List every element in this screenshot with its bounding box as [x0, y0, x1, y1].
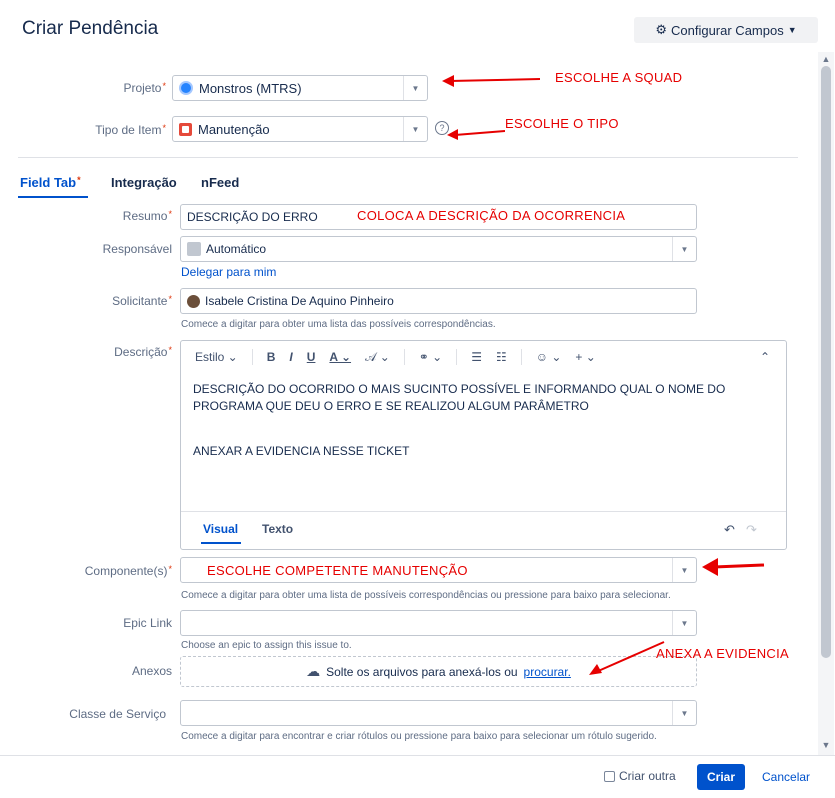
emoji-icon[interactable]: ☺ ⌄ [536, 350, 562, 364]
description-label: Descrição* [114, 345, 172, 359]
project-select[interactable]: Monstros (MTRS) ▼ [172, 75, 428, 101]
chevron-down-icon[interactable]: ▼ [403, 76, 427, 100]
scroll-down-icon[interactable]: ▼ [818, 738, 834, 752]
assignee-select[interactable]: Automático ▼ [180, 236, 697, 262]
cloud-upload-icon: ☁ [306, 663, 321, 679]
service-class-hint: Comece a digitar para encontrar e criar … [181, 731, 657, 742]
description-editor[interactable]: Estilo ⌄ B I U A ⌄ 𝒜 ⌄ ⚭ ⌄ ☰ ☷ ☺ ⌄ + ⌄ ⌃… [180, 340, 787, 550]
tab-integracao[interactable]: Integração [111, 175, 177, 190]
description-paragraph-1: DESCRIÇÃO DO OCORRIDO O MAIS SUCINTO POS… [193, 382, 726, 413]
description-paragraph-2: ANEXAR A EVIDENCIA NESSE TICKET [193, 444, 410, 458]
epic-link-hint: Choose an epic to assign this issue to. [181, 640, 352, 651]
underline-icon[interactable]: U [307, 350, 316, 364]
configure-fields-button[interactable]: ⚙ Configurar Campos ▼ [634, 17, 818, 43]
collapse-toolbar-icon[interactable]: ⌃ [760, 350, 770, 364]
annotation-type: ESCOLHE O TIPO [505, 116, 619, 131]
scroll-up-icon[interactable]: ▲ [818, 52, 834, 66]
annotation-attachment: ANEXA A EVIDENCIA [656, 646, 789, 661]
attachments-label: Anexos [131, 664, 172, 678]
visual-active-indicator [201, 542, 241, 544]
redo-icon[interactable]: ↷ [746, 522, 757, 538]
assign-to-me-link[interactable]: Delegar para mim [181, 265, 276, 279]
cancel-button[interactable]: Cancelar [762, 770, 810, 784]
maintenance-type-icon [179, 122, 192, 136]
undo-icon[interactable]: ↶ [724, 522, 735, 538]
user-avatar-icon [187, 242, 201, 256]
editor-mode-tabs: Visual Texto ↶ ↷ [181, 511, 786, 549]
create-another-checkbox[interactable]: Criar outra [604, 769, 676, 783]
project-avatar-icon [179, 81, 193, 95]
style-dropdown[interactable]: Estilo ⌄ [195, 350, 238, 364]
numbered-list-icon[interactable]: ☷ [496, 350, 507, 364]
description-body[interactable]: DESCRIÇÃO DO OCORRIDO O MAIS SUCINTO POS… [193, 381, 773, 460]
tab-text[interactable]: Texto [262, 522, 293, 536]
issue-type-label: Tipo de Item* [95, 123, 166, 137]
tab-nfeed[interactable]: nFeed [201, 175, 239, 190]
dialog-title: Criar Pendência [22, 18, 159, 39]
bullet-list-icon[interactable]: ☰ [471, 350, 482, 364]
issue-type-value: Manutenção [198, 121, 270, 137]
dropzone-text: Solte os arquivos para anexá-los ou [326, 664, 518, 679]
epic-link-select[interactable]: ▼ [180, 610, 697, 636]
toolbar-separator [403, 349, 405, 365]
chevron-down-icon[interactable]: ▼ [672, 611, 696, 635]
browse-link[interactable]: procurar. [524, 665, 571, 679]
arrow-annotation-component [702, 558, 765, 576]
reporter-label: Solicitante* [112, 294, 172, 308]
project-value: Monstros (MTRS) [199, 80, 302, 96]
chevron-down-icon[interactable]: ▼ [403, 117, 427, 141]
annotation-squad: ESCOLHE A SQUAD [555, 70, 683, 85]
link-icon[interactable]: ⚭ ⌄ [419, 350, 442, 364]
caret-down-icon: ▼ [787, 25, 797, 35]
assignee-value: Automático [206, 242, 267, 256]
tab-field-tab[interactable]: Field Tab* [20, 175, 81, 190]
toolbar-separator [456, 349, 458, 365]
tab-visual[interactable]: Visual [203, 522, 238, 536]
arrow-annotation-attachment [589, 641, 665, 675]
issue-type-select[interactable]: Manutenção ▼ [172, 116, 428, 142]
chevron-down-icon[interactable]: ▼ [672, 558, 696, 582]
components-hint: Comece a digitar para obter uma lista de… [181, 590, 671, 601]
scrollbar-thumb[interactable] [821, 66, 831, 658]
text-color-icon[interactable]: A ⌄ [329, 350, 351, 364]
create-another-label: Criar outra [619, 769, 676, 783]
summary-value: DESCRIÇÃO DO ERRO [187, 210, 318, 224]
reporter-hint: Comece a digitar para obter uma lista da… [181, 319, 496, 330]
editor-toolbar: Estilo ⌄ B I U A ⌄ 𝒜 ⌄ ⚭ ⌄ ☰ ☷ ☺ ⌄ + ⌄ ⌃ [181, 341, 786, 373]
annotation-description: COLOCA A DESCRIÇÃO DA OCORRENCIA [357, 208, 626, 223]
reporter-value: Isabele Cristina De Aquino Pinheiro [205, 294, 394, 308]
reporter-input[interactable]: Isabele Cristina De Aquino Pinheiro [180, 288, 697, 314]
annotation-component: ESCOLHE COMPETENTE MANUTENÇÃO [207, 563, 468, 578]
gear-icon: ⚙ [655, 22, 667, 37]
summary-label: Resumo* [122, 209, 172, 223]
reporter-avatar-icon [187, 294, 200, 308]
tab-active-indicator [18, 196, 88, 198]
service-class-label: Classe de Serviço [69, 707, 166, 721]
toolbar-separator [520, 349, 522, 365]
assignee-label: Responsável [102, 242, 172, 256]
chevron-down-icon[interactable]: ▼ [672, 237, 696, 261]
create-button[interactable]: Criar [697, 764, 746, 790]
components-label: Componente(s)* [84, 564, 172, 578]
divider [18, 157, 798, 158]
arrow-annotation-type [447, 129, 505, 140]
checkbox-icon[interactable] [604, 770, 615, 782]
configure-fields-label: Configurar Campos [671, 22, 784, 38]
more-formatting-icon[interactable]: 𝒜 ⌄ [365, 350, 390, 365]
arrow-annotation-squad [442, 75, 540, 87]
bold-icon[interactable]: B [267, 350, 276, 364]
service-class-select[interactable]: ▼ [180, 700, 697, 726]
dialog-footer: Criar outra Criar Cancelar [0, 755, 835, 798]
italic-icon[interactable]: I [289, 350, 292, 364]
epic-link-label: Epic Link [123, 616, 172, 630]
chevron-down-icon[interactable]: ▼ [672, 701, 696, 725]
toolbar-separator [251, 349, 253, 365]
project-label: Projeto* [123, 81, 166, 95]
insert-more-icon[interactable]: + ⌄ [575, 350, 595, 364]
